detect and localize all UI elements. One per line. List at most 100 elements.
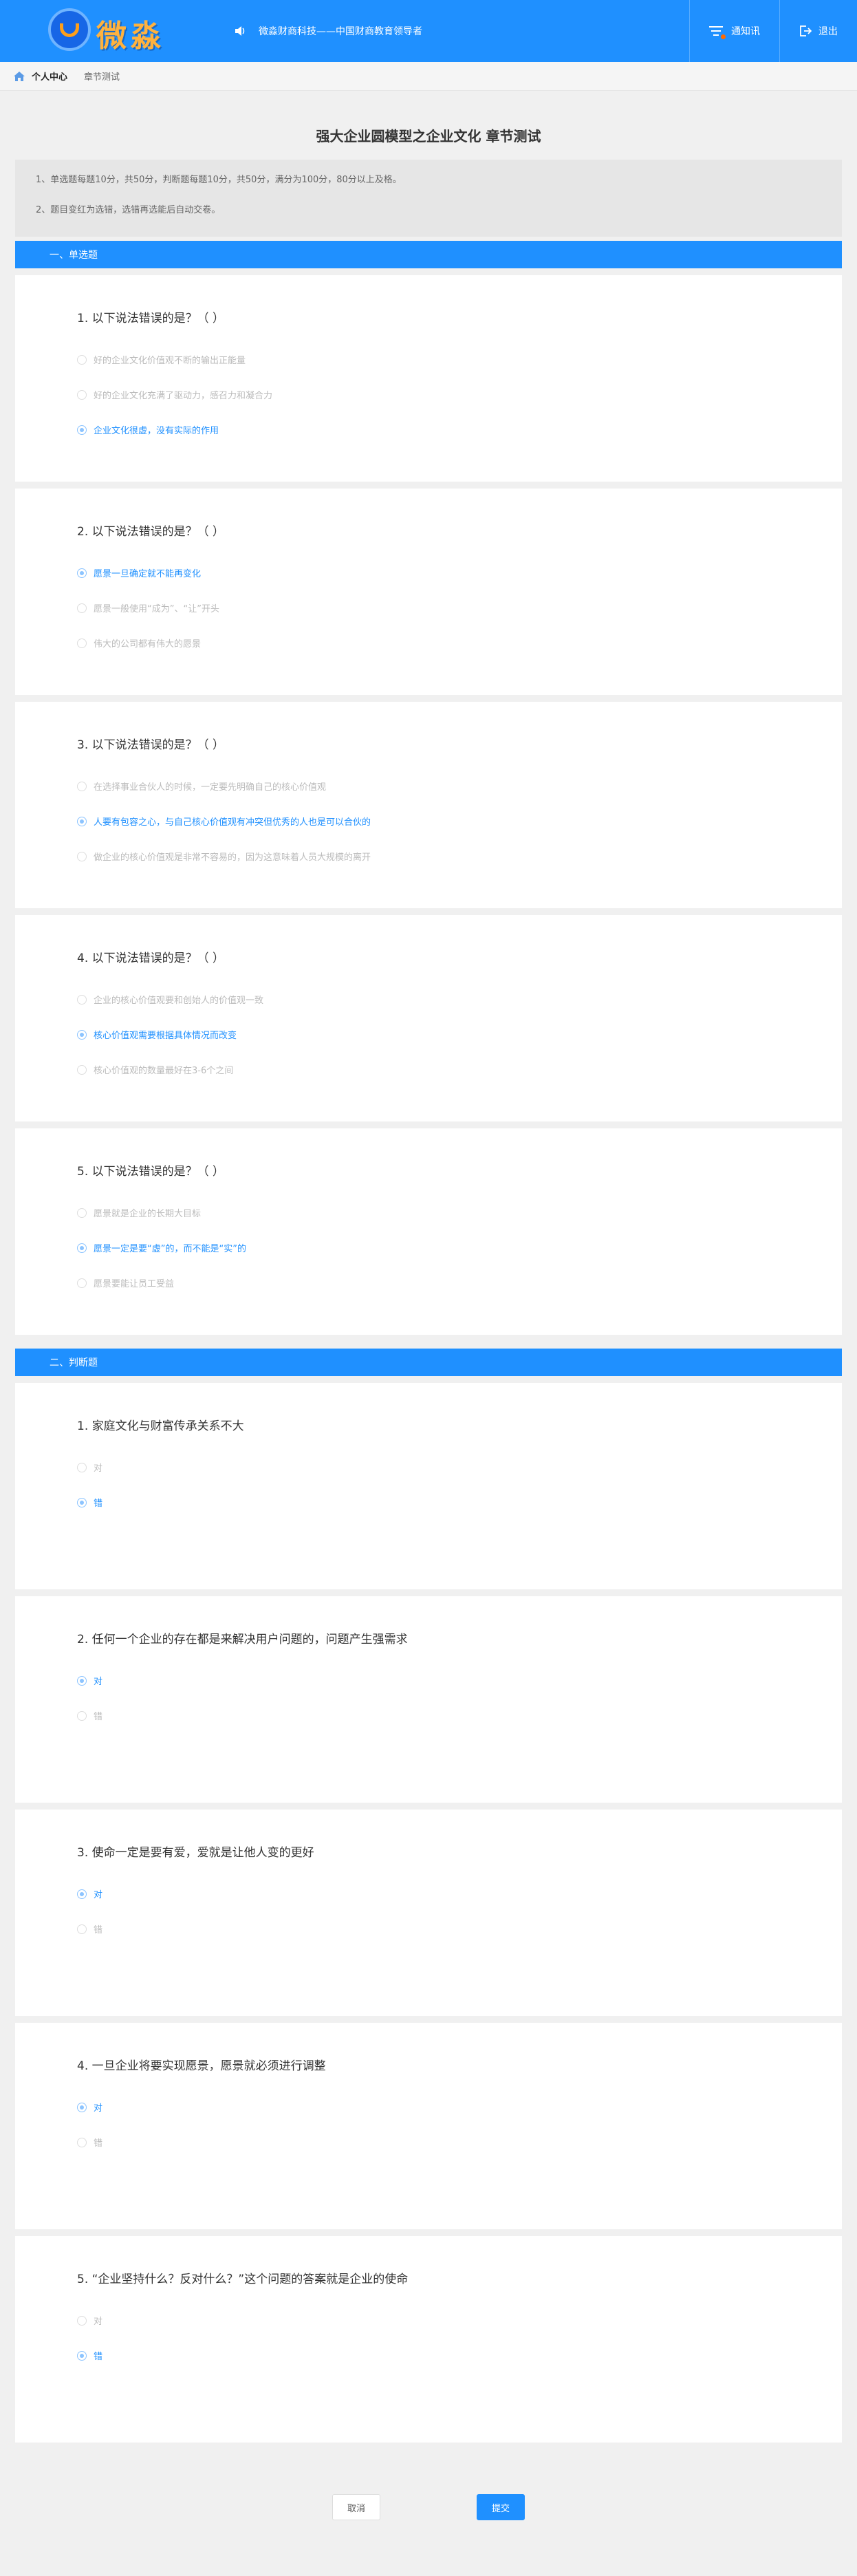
- answer-option[interactable]: 愿景一般使用“成为”、“让”开头: [77, 601, 219, 614]
- answer-option[interactable]: 对: [77, 2101, 102, 2114]
- option-label: 对: [94, 2103, 103, 2114]
- answer-option[interactable]: 企业的核心价值观要和创始人的价值观一致: [77, 993, 263, 1006]
- single-choice-question-card: 3. 以下说法错误的是？（ ） 在选择事业合伙人的时候，一定要先明确自己的核心价值…: [15, 702, 842, 908]
- radio-icon[interactable]: [77, 1675, 87, 1686]
- radio-icon[interactable]: [77, 638, 87, 648]
- true-false-question-card: 1. 家庭文化与财富传承关系不大对错: [15, 1383, 842, 1589]
- radio-icon[interactable]: [77, 1064, 87, 1075]
- breadcrumb-home[interactable]: 个人中心: [32, 69, 67, 83]
- answer-option[interactable]: 人要有包容之心，与自己核心价值观有冲突但优秀的人也是可以合伙的: [77, 815, 371, 828]
- breadcrumb: 个人中心 章节测试: [0, 62, 857, 91]
- option-label: 企业文化很虚，没有实际的作用: [94, 426, 219, 436]
- option-label: 好的企业文化价值观不断的输出正能量: [94, 356, 246, 366]
- true-false-question-card: 5. “企业坚持什么？反对什么？”这个问题的答案就是企业的使命对错: [15, 2236, 842, 2443]
- option-label: 错: [94, 1925, 103, 1935]
- answer-option[interactable]: 错: [77, 1496, 102, 1509]
- logo-text: 微淼: [96, 19, 165, 53]
- answer-option[interactable]: 愿景一定是要“虚”的，而不能是“实”的: [77, 1241, 246, 1254]
- message-label: 通知讯: [731, 26, 760, 37]
- radio-icon[interactable]: [77, 354, 87, 365]
- answer-option[interactable]: 愿景就是企业的长期大目标: [77, 1206, 201, 1219]
- option-label: 愿景一般使用“成为”、“让”开头: [94, 604, 219, 614]
- radio-icon[interactable]: [77, 1462, 87, 1472]
- option-label: 对: [94, 1677, 103, 1687]
- radio-icon[interactable]: [77, 2315, 87, 2326]
- option-label: 错: [94, 1499, 103, 1509]
- submit-button[interactable]: 提交: [477, 2494, 525, 2520]
- option-label: 伟大的公司都有伟大的愿景: [94, 639, 202, 650]
- question-text: 1. 以下说法错误的是？（ ）: [77, 312, 225, 325]
- question-text: 3. 使命一定是要有爱，爱就是让他人变的更好: [77, 1846, 314, 1860]
- logout-label: 退出: [818, 26, 838, 37]
- logout-button[interactable]: 退出: [779, 0, 857, 62]
- answer-option[interactable]: 对: [77, 1674, 102, 1687]
- radio-icon[interactable]: [77, 2350, 87, 2361]
- question-text: 1. 家庭文化与财富传承关系不大: [77, 1419, 244, 1433]
- answer-option[interactable]: 对: [77, 1887, 102, 1900]
- radio-icon[interactable]: [77, 603, 87, 613]
- radio-icon[interactable]: [77, 425, 87, 435]
- radio-icon[interactable]: [77, 994, 87, 1005]
- question-text: 2. 以下说法错误的是？（ ）: [77, 525, 225, 539]
- logo[interactable]: 微淼: [48, 7, 186, 55]
- answer-option[interactable]: 对: [77, 2314, 102, 2327]
- option-label: 愿景就是企业的长期大目标: [94, 1209, 202, 1219]
- question-text: 2. 任何一个企业的存在都是来解决用户问题的，问题产生强需求: [77, 1633, 408, 1646]
- top-header: 微淼 微淼财商科技——中国财商教育领导者 通知讯 退出: [0, 0, 857, 62]
- question-text: 4. 以下说法错误的是？（ ）: [77, 952, 225, 965]
- answer-option[interactable]: 错: [77, 2136, 102, 2149]
- radio-icon[interactable]: [77, 2102, 87, 2112]
- radio-icon[interactable]: [77, 1243, 87, 1253]
- option-label: 核心价值观需要根据具体情况而改变: [94, 1031, 237, 1041]
- answer-option[interactable]: 做企业的核心价值观是非常不容易的，因为这意味着人员大规模的离开: [77, 850, 371, 863]
- answer-option[interactable]: 好的企业文化充满了驱动力，感召力和凝合力: [77, 388, 272, 401]
- option-label: 好的企业文化充满了驱动力，感召力和凝合力: [94, 391, 273, 401]
- option-label: 愿景要能让员工受益: [94, 1279, 175, 1289]
- answer-option[interactable]: 错: [77, 2349, 102, 2362]
- radio-icon[interactable]: [77, 1208, 87, 1218]
- option-label: 愿景一定是要“虚”的，而不能是“实”的: [94, 1244, 246, 1254]
- option-label: 人要有包容之心，与自己核心价值观有冲突但优秀的人也是可以合伙的: [94, 817, 371, 828]
- answer-option[interactable]: 愿景要能让员工受益: [77, 1276, 174, 1289]
- radio-icon[interactable]: [77, 1889, 87, 1899]
- message-button[interactable]: 通知讯: [689, 0, 779, 62]
- option-label: 对: [94, 2317, 103, 2327]
- notice-line: 1、单选题每题10分，共50分，判断题每题10分，共50分，满分为100分，80…: [36, 175, 402, 185]
- speaker-icon: [235, 26, 245, 36]
- notification-dot: [721, 34, 726, 39]
- cancel-button[interactable]: 取消: [332, 2494, 380, 2520]
- option-label: 对: [94, 1463, 103, 1474]
- radio-icon[interactable]: [77, 1710, 87, 1721]
- message-icon: [709, 25, 726, 39]
- radio-icon[interactable]: [77, 1924, 87, 1934]
- answer-option[interactable]: 在选择事业合伙人的时候，一定要先明确自己的核心价值观: [77, 780, 326, 793]
- radio-icon[interactable]: [77, 1029, 87, 1040]
- answer-option[interactable]: 错: [77, 1922, 102, 1935]
- notice-line: 2、题目变红为选错，选错再选能后自动交卷。: [36, 205, 221, 215]
- radio-icon[interactable]: [77, 389, 87, 400]
- true-false-question-card: 3. 使命一定是要有爱，爱就是让他人变的更好对错: [15, 1810, 842, 2016]
- question-text: 3. 以下说法错误的是？（ ）: [77, 738, 225, 752]
- slogan-text: 微淼财商科技——中国财商教育领导者: [259, 26, 422, 37]
- radio-icon[interactable]: [77, 568, 87, 578]
- answer-option[interactable]: 企业文化很虚，没有实际的作用: [77, 423, 219, 436]
- radio-icon[interactable]: [77, 1278, 87, 1288]
- radio-icon[interactable]: [77, 1497, 87, 1507]
- option-label: 核心价值观的数量最好在3-6个之间: [94, 1066, 234, 1076]
- header-actions: 通知讯 退出: [689, 0, 857, 62]
- radio-icon[interactable]: [77, 781, 87, 791]
- home-icon: [14, 71, 25, 81]
- answer-option[interactable]: 愿景一旦确定就不能再变化: [77, 566, 201, 579]
- single-choice-question-card: 4. 以下说法错误的是？（ ） 企业的核心价值观要和创始人的价值观一致核心价值观需…: [15, 915, 842, 1121]
- radio-icon[interactable]: [77, 816, 87, 826]
- radio-icon[interactable]: [77, 851, 87, 861]
- answer-option[interactable]: 核心价值观的数量最好在3-6个之间: [77, 1063, 233, 1076]
- section-single-choice: 一、单选题: [15, 241, 842, 268]
- answer-option[interactable]: 错: [77, 1709, 102, 1722]
- answer-option[interactable]: 核心价值观需要根据具体情况而改变: [77, 1028, 237, 1041]
- radio-icon[interactable]: [77, 2137, 87, 2147]
- answer-option[interactable]: 伟大的公司都有伟大的愿景: [77, 636, 201, 650]
- answer-option[interactable]: 对: [77, 1461, 102, 1474]
- answer-option[interactable]: 好的企业文化价值观不断的输出正能量: [77, 353, 246, 366]
- option-label: 愿景一旦确定就不能再变化: [94, 569, 202, 579]
